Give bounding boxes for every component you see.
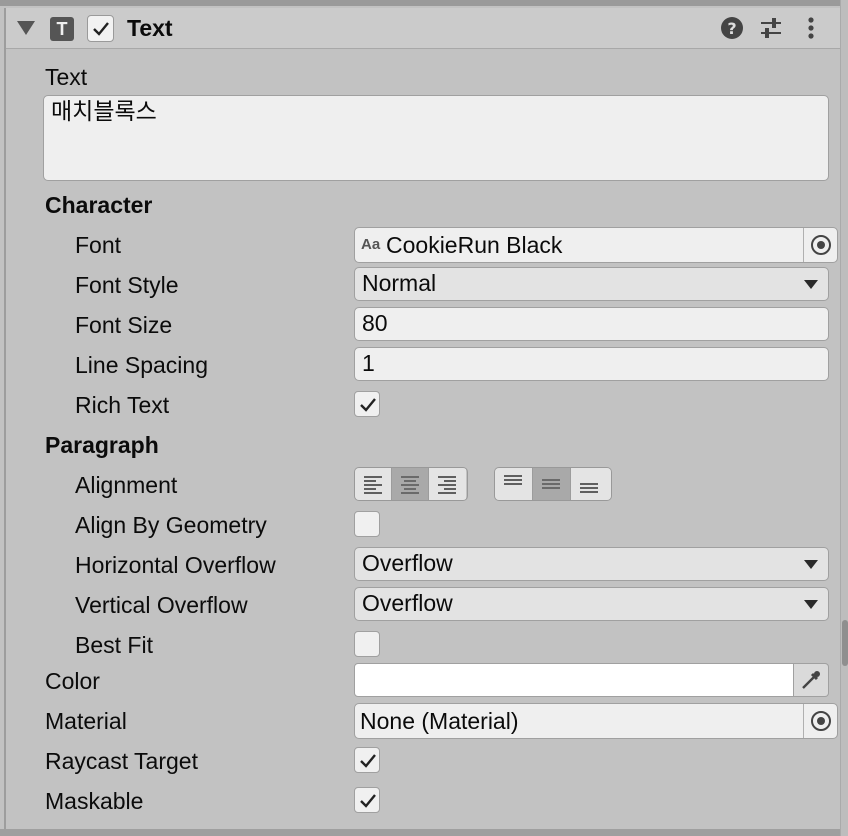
align-right-icon [438,476,456,494]
font-value: CookieRun Black [386,232,563,258]
vertical-alignment-group [494,467,612,501]
material-object-field[interactable]: None (Material) [354,703,838,739]
svg-text:?: ? [727,19,736,38]
paragraph-heading: Paragraph [45,432,159,458]
component-header[interactable]: T Text ? [6,8,840,49]
align-left-icon [364,476,382,494]
panel-left-border [4,8,6,836]
align-bottom-icon [580,483,598,493]
checkmark-icon [93,22,109,36]
foldout-arrow-icon[interactable] [17,19,35,35]
horizontal-overflow-value: Overflow [362,550,453,576]
align-center-icon [401,476,419,494]
font-label: Font [75,232,122,258]
dropdown-arrow-icon [804,560,818,569]
line-spacing-label: Line Spacing [75,352,208,378]
text-component-icon: T [50,17,74,41]
dropdown-arrow-icon [804,280,818,289]
text-area-input[interactable]: 매치블록스 [43,95,829,181]
font-object-field[interactable]: Aa CookieRun Black [354,227,838,263]
align-left-button[interactable] [355,468,392,500]
material-label: Material [45,708,127,734]
horizontal-overflow-dropdown[interactable]: Overflow [354,547,829,581]
dropdown-arrow-icon [804,600,818,609]
best-fit-label: Best Fit [75,632,153,658]
vertical-overflow-dropdown[interactable]: Overflow [354,587,829,621]
align-top-button[interactable] [495,468,533,500]
align-right-button[interactable] [429,468,466,500]
align-top-icon [504,475,522,485]
eyedropper-button[interactable] [794,663,829,697]
align-bottom-button[interactable] [571,468,611,500]
vertical-overflow-value: Overflow [362,590,453,616]
horizontal-alignment-group [354,467,468,501]
scrollbar[interactable] [840,0,848,836]
maskable-label: Maskable [45,788,144,814]
checkmark-icon [360,754,376,768]
scrollbar-thumb[interactable] [842,620,848,666]
object-picker-icon[interactable] [810,710,832,732]
font-asset-icon: Aa [361,236,381,253]
eyedropper-icon [802,671,820,689]
align-by-geometry-checkbox[interactable] [354,511,380,537]
font-size-input[interactable]: 80 [354,307,829,341]
picker-divider [803,228,804,262]
align-by-geometry-label: Align By Geometry [75,512,267,538]
help-icon[interactable]: ? [720,16,744,40]
material-value: None (Material) [360,708,519,734]
vertical-overflow-label: Vertical Overflow [75,592,248,618]
horizontal-overflow-label: Horizontal Overflow [75,552,276,578]
object-picker-icon[interactable] [810,234,832,256]
raycast-target-label: Raycast Target [45,748,198,774]
best-fit-checkbox[interactable] [354,631,380,657]
component-enabled-checkbox[interactable] [87,15,114,42]
rich-text-checkbox[interactable] [354,391,380,417]
bottom-divider [0,829,840,836]
character-heading: Character [45,192,153,218]
color-swatch[interactable] [354,663,794,697]
alignment-label: Alignment [75,472,178,498]
font-style-label: Font Style [75,272,179,298]
presets-icon[interactable] [759,16,783,40]
align-center-button[interactable] [392,468,429,500]
align-middle-icon [542,479,560,489]
text-label: Text [45,64,88,90]
font-style-value: Normal [362,270,437,296]
font-style-dropdown[interactable]: Normal [354,267,829,301]
kebab-menu-icon[interactable] [806,16,816,40]
font-size-label: Font Size [75,312,173,338]
align-middle-button[interactable] [533,468,571,500]
rich-text-label: Rich Text [75,392,170,418]
maskable-checkbox[interactable] [354,787,380,813]
color-label: Color [45,668,100,694]
raycast-target-checkbox[interactable] [354,747,380,773]
checkmark-icon [360,794,376,808]
line-spacing-input[interactable]: 1 [354,347,829,381]
component-title: Text [127,15,173,41]
picker-divider [803,704,804,738]
checkmark-icon [360,398,376,412]
top-divider [0,0,840,6]
